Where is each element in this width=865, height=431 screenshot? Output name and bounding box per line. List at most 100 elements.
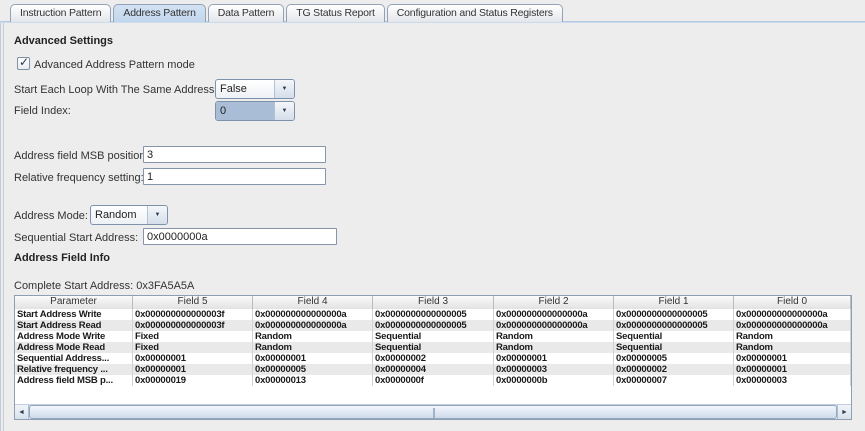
value-cell: 0x000000000000000a [253,309,373,320]
value-cell: 0x0000000000000005 [614,309,734,320]
chevron-down-icon: ▼ [282,108,288,114]
panel-left-border [0,22,1,431]
tab-address-pattern[interactable]: Address Pattern [113,4,205,22]
tab-data-pattern[interactable]: Data Pattern [208,4,285,22]
scrollbar-grip [433,408,435,418]
scrollbar-track[interactable] [29,405,837,419]
chevron-down-icon: ▼ [282,86,288,92]
relative-frequency-label: Relative frequency setting: [14,172,144,184]
value-cell: 0x00000001 [133,364,253,375]
advanced-settings-title: Advanced Settings [14,35,113,47]
loop-same-address-label: Start Each Loop With The Same Address: [14,84,217,96]
param-cell: Address Mode Write [15,331,133,342]
panel-left-border-inner [3,22,4,431]
column-header-field-1[interactable]: Field 1 [614,296,734,309]
field-index-dropdown[interactable]: 0 ▼ [215,101,295,121]
address-mode-label: Address Mode: [14,210,88,222]
dropdown-arrow-button[interactable]: ▼ [274,80,294,98]
value-cell: 0x0000000000000005 [614,320,734,331]
dropdown-arrow-button[interactable]: ▼ [147,206,167,224]
table-row[interactable]: Start Address Read0x000000000000003f0x00… [15,320,851,331]
table-row[interactable]: Address Mode ReadFixedRandomSequentialRa… [15,342,851,353]
value-cell: Random [494,342,614,353]
msb-position-input[interactable] [143,146,326,163]
table-body: Start Address Write0x000000000000003f0x0… [15,309,851,386]
loop-same-address-value: False [216,80,274,98]
value-cell: 0x00000007 [614,375,734,386]
scroll-right-button[interactable]: ► [837,405,851,419]
relative-frequency-input[interactable] [143,168,326,185]
value-cell: 0x00000001 [133,353,253,364]
value-cell: 0x00000002 [614,364,734,375]
param-cell: Start Address Read [15,320,133,331]
value-cell: 0x00000004 [373,364,494,375]
value-cell: 0x0000000f [373,375,494,386]
check-icon: ✓ [19,55,29,69]
field-index-label: Field Index: [14,105,71,117]
field-index-value: 0 [216,102,274,120]
column-header-field-2[interactable]: Field 2 [494,296,614,309]
table-row[interactable]: Relative frequency ...0x000000010x000000… [15,364,851,375]
table-header-row: ParameterField 5Field 4Field 3Field 2Fie… [15,296,851,309]
table-row[interactable]: Address Mode WriteFixedRandomSequentialR… [15,331,851,342]
value-cell: 0x00000005 [253,364,373,375]
column-header-field-3[interactable]: Field 3 [373,296,494,309]
address-field-table: ParameterField 5Field 4Field 3Field 2Fie… [14,295,852,420]
complete-start-address-text: Complete Start Address: 0x3FA5A5A [14,280,194,292]
tab-instruction-pattern[interactable]: Instruction Pattern [10,4,111,22]
column-header-parameter[interactable]: Parameter [15,296,133,309]
value-cell: 0x0000000000000005 [373,309,494,320]
value-cell: 0x00000019 [133,375,253,386]
address-mode-dropdown[interactable]: Random ▼ [90,205,168,225]
horizontal-scrollbar[interactable]: ◄ ► [15,404,851,419]
dropdown-arrow-button[interactable]: ▼ [274,102,294,120]
tab-configuration-and-status-registers[interactable]: Configuration and Status Registers [387,4,563,22]
value-cell: 0x00000003 [494,364,614,375]
table-row[interactable]: Address field MSB p...0x000000190x000000… [15,375,851,386]
param-cell: Address field MSB p... [15,375,133,386]
table-row[interactable]: Sequential Address...0x000000010x0000000… [15,353,851,364]
value-cell: Fixed [133,342,253,353]
tab-bar: Instruction Pattern Address Pattern Data… [10,4,563,22]
column-header-field-4[interactable]: Field 4 [253,296,373,309]
param-cell: Address Mode Read [15,342,133,353]
value-cell: 0x00000001 [253,353,373,364]
value-cell: 0x00000001 [494,353,614,364]
value-cell: Sequential [614,342,734,353]
value-cell: 0x000000000000000a [734,309,851,320]
scroll-left-button[interactable]: ◄ [15,405,29,419]
value-cell: 0x000000000000003f [133,309,253,320]
advanced-address-pattern-checkbox[interactable]: ✓ [17,57,30,70]
address-mode-value: Random [91,206,147,224]
value-cell: Random [494,331,614,342]
value-cell: 0x00000001 [734,364,851,375]
value-cell: Random [734,342,851,353]
loop-same-address-dropdown[interactable]: False ▼ [215,79,295,99]
value-cell: Sequential [373,331,494,342]
address-field-info-title: Address Field Info [14,252,110,264]
value-cell: 0x000000000000000a [253,320,373,331]
value-cell: 0x000000000000000a [494,320,614,331]
scrollbar-thumb[interactable] [29,405,837,419]
column-header-field-5[interactable]: Field 5 [133,296,253,309]
sequential-start-address-label: Sequential Start Address: [14,232,138,244]
table-row[interactable]: Start Address Write0x000000000000003f0x0… [15,309,851,320]
column-header-field-0[interactable]: Field 0 [734,296,851,309]
value-cell: 0x0000000b [494,375,614,386]
sequential-start-address-input[interactable] [143,228,337,245]
param-cell: Sequential Address... [15,353,133,364]
value-cell: Sequential [614,331,734,342]
value-cell: 0x00000005 [614,353,734,364]
advanced-address-pattern-checkbox-label: Advanced Address Pattern mode [34,59,195,71]
tab-tg-status-report[interactable]: TG Status Report [286,4,385,22]
value-cell: 0x000000000000000a [734,320,851,331]
value-cell: Random [253,331,373,342]
value-cell: 0x00000001 [734,353,851,364]
value-cell: 0x00000013 [253,375,373,386]
value-cell: Random [253,342,373,353]
param-cell: Start Address Write [15,309,133,320]
value-cell: Fixed [133,331,253,342]
chevron-down-icon: ▼ [155,212,161,218]
value-cell: Sequential [373,342,494,353]
value-cell: 0x0000000000000005 [373,320,494,331]
